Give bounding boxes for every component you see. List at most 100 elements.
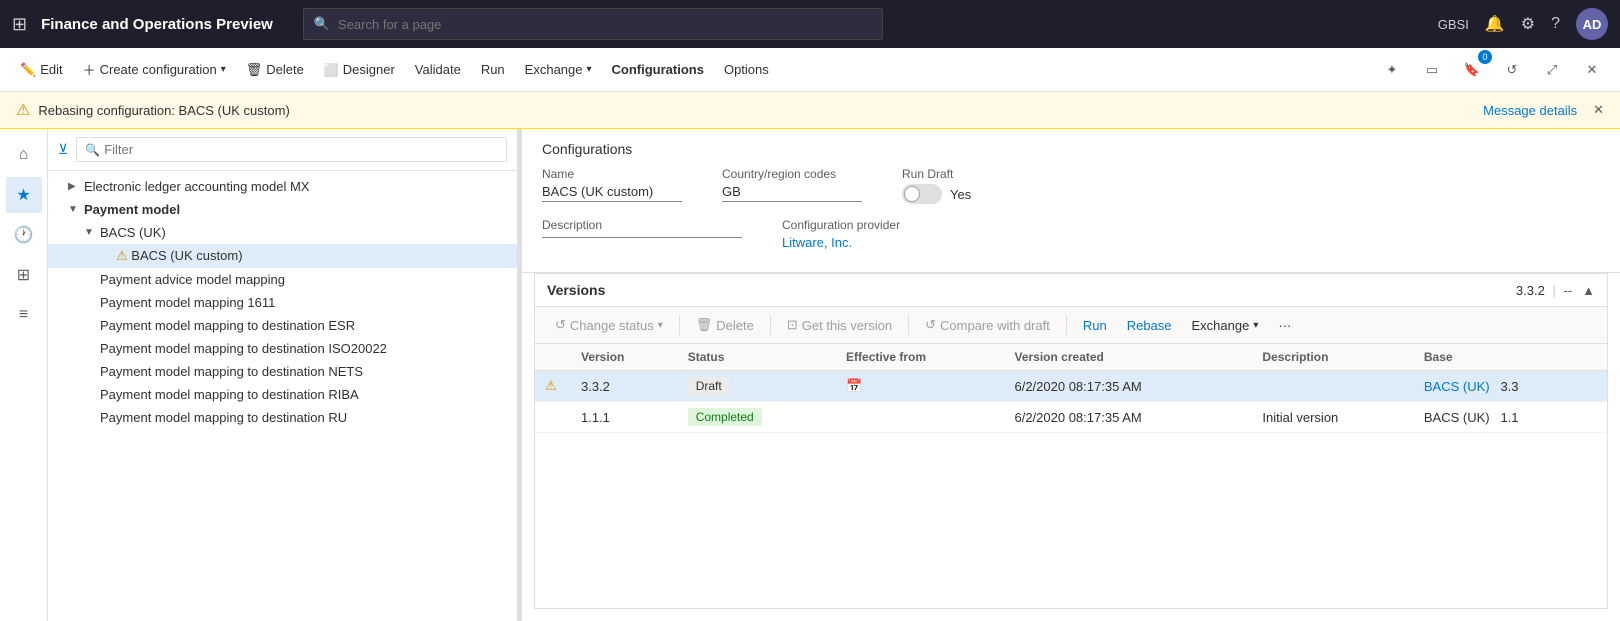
content-header: Configurations Name BACS (UK custom) Cou… (522, 129, 1620, 273)
tree-item-payment-model-dest-ru[interactable]: Payment model mapping to destination RU (48, 406, 517, 429)
row-description-2: Initial version (1252, 402, 1413, 433)
change-status-button[interactable]: ↺ Change status ▾ (547, 313, 671, 337)
current-version-display: 3.3.2 (1516, 283, 1545, 298)
base-link-1[interactable]: BACS (UK) (1424, 379, 1490, 394)
versions-table: Version Status Effective from Version cr… (535, 344, 1607, 608)
version-nav: 3.3.2 | -- ▲ (1516, 283, 1595, 298)
search-box[interactable]: 🔍 (303, 8, 883, 40)
run-button[interactable]: Run (473, 58, 513, 81)
get-version-icon: ⊡ (787, 317, 798, 333)
rebase-button[interactable]: Rebase (1119, 314, 1180, 337)
form-group-name: Name BACS (UK custom) (542, 167, 682, 204)
filter-search-icon: 🔍 (85, 143, 100, 157)
row-version-created-2: 6/2/2020 08:17:35 AM (1004, 402, 1252, 433)
collapse-icon: ▼ (84, 227, 96, 238)
table-row[interactable]: ⚠ 3.3.2 Draft 📅 6/2/2020 08:17:35 AM (535, 371, 1607, 402)
calendar-icon[interactable]: 📅 (846, 378, 862, 393)
form-row-1: Name BACS (UK custom) Country/region cod… (542, 167, 1600, 204)
edit-button[interactable]: ✏️ Edit (12, 58, 71, 82)
bacs-uk-custom-label: BACS (UK custom) (131, 248, 242, 263)
versions-exchange-button[interactable]: Exchange ▾ (1184, 314, 1267, 337)
sidebar-modules-icon[interactable]: ⊞ (6, 257, 42, 293)
exchange-chevron-icon: ▾ (587, 64, 592, 75)
row-version-2: 1.1.1 (571, 402, 678, 433)
versions-delete-icon: 🗑 (696, 317, 713, 333)
banner-close-icon[interactable]: ✕ (1593, 102, 1604, 118)
table-row[interactable]: 1.1.1 Completed 6/2/2020 08:17:35 AM Ini… (535, 402, 1607, 433)
run-draft-toggle[interactable] (902, 184, 942, 204)
tree-item-bacs-uk-custom[interactable]: ⚠ BACS (UK custom) (48, 244, 517, 268)
versions-section: Versions 3.3.2 | -- ▲ ↺ Change status ▾ … (534, 273, 1608, 609)
sidebar-list-icon[interactable]: ≡ (6, 297, 42, 333)
search-input[interactable] (338, 17, 872, 32)
tree-item-payment-model-1611[interactable]: Payment model mapping 1611 (48, 291, 517, 314)
description-label: Description (542, 218, 742, 232)
fullscreen-icon[interactable]: ⤢ (1536, 54, 1568, 86)
user-avatar[interactable]: AD (1576, 8, 1608, 40)
message-details-link[interactable]: Message details (1483, 103, 1577, 118)
tree-item-bacs-uk[interactable]: ▼ BACS (UK) (48, 221, 517, 244)
bookmark-icon[interactable]: 🔖 0 (1456, 54, 1488, 86)
versions-delete-button[interactable]: 🗑 Delete (688, 313, 762, 337)
filter-input-box: 🔍 (76, 137, 507, 162)
tree-item-payment-advice[interactable]: Payment advice model mapping (48, 268, 517, 291)
form-group-run-draft: Run Draft Yes (902, 167, 1042, 204)
get-this-version-button[interactable]: ⊡ Get this version (779, 313, 900, 337)
tree-item-payment-model-dest-riba[interactable]: Payment model mapping to destination RIB… (48, 383, 517, 406)
sidebar-recent-icon[interactable]: 🕐 (6, 217, 42, 253)
designer-icon: ⬜ (324, 63, 339, 77)
country-value: GB (722, 184, 862, 202)
sidebar-home-icon[interactable]: ⌂ (6, 137, 42, 173)
close-icon[interactable]: ✕ (1576, 54, 1608, 86)
action-bar: ✏️ Edit ＋ Create configuration ▾ 🗑 Delet… (0, 48, 1620, 92)
tree-item-payment-model[interactable]: ▼ Payment model (48, 198, 517, 221)
help-icon[interactable]: ? (1551, 15, 1560, 33)
tree-content: ▶ Electronic ledger accounting model MX … (48, 171, 517, 621)
main-layout: ⌂ ★ 🕐 ⊞ ≡ ⊻ 🔍 ▶ Electronic ledger accoun… (0, 129, 1620, 621)
warning-banner: ⚠ Rebasing configuration: BACS (UK custo… (0, 92, 1620, 129)
options-button[interactable]: Options (716, 58, 777, 81)
refresh-status-icon: ↺ (555, 317, 566, 333)
exchange-button[interactable]: Exchange ▾ (517, 58, 600, 81)
tree-item-electronic-ledger[interactable]: ▶ Electronic ledger accounting model MX (48, 175, 517, 198)
version-up-icon[interactable]: ▲ (1582, 283, 1595, 298)
top-navigation: ⊞ Finance and Operations Preview 🔍 GBSI … (0, 0, 1620, 48)
designer-button[interactable]: ⬜ Designer (316, 58, 403, 81)
tree-item-payment-model-dest-nets[interactable]: Payment model mapping to destination NET… (48, 360, 517, 383)
top-nav-right: GBSI 🔔 ⚙ ? AD (1438, 8, 1608, 40)
sidebar-star-icon[interactable]: ★ (6, 177, 42, 213)
delete-button[interactable]: 🗑 Delete (238, 58, 312, 82)
warning-icon: ⚠ (16, 100, 30, 120)
row-effective-from-2 (836, 402, 1004, 433)
tree-item-payment-model-dest-esr[interactable]: Payment model mapping to destination ESR (48, 314, 517, 337)
settings-icon[interactable]: ⚙ (1521, 14, 1535, 34)
status-badge-completed: Completed (688, 408, 762, 426)
versions-run-button[interactable]: Run (1075, 314, 1115, 337)
tree-filter-icon[interactable]: ⊻ (58, 141, 68, 158)
name-value: BACS (UK custom) (542, 184, 682, 202)
tenant-code: GBSI (1438, 17, 1469, 32)
more-actions-button[interactable]: ··· (1270, 314, 1299, 337)
delete-icon: 🗑 (246, 62, 263, 78)
toolbar-divider-3 (908, 315, 909, 335)
create-configuration-button[interactable]: ＋ Create configuration ▾ (75, 56, 234, 83)
notifications-icon[interactable]: 🔔 (1485, 14, 1505, 34)
validate-button[interactable]: Validate (407, 58, 469, 81)
config-provider-link[interactable]: Litware, Inc. (782, 235, 922, 250)
table-header-row: Version Status Effective from Version cr… (535, 344, 1607, 371)
refresh-icon[interactable]: ↺ (1496, 54, 1528, 86)
customize-icon[interactable]: ✦ (1376, 54, 1408, 86)
compare-with-draft-button[interactable]: ↺ Compare with draft (917, 313, 1058, 337)
app-grid-icon[interactable]: ⊞ (12, 14, 27, 35)
warn-prefix: ⚠ (116, 248, 128, 263)
change-status-chevron-icon: ▾ (658, 320, 663, 331)
description-value (542, 235, 742, 238)
tree-item-payment-model-dest-iso20022[interactable]: Payment model mapping to destination ISO… (48, 337, 517, 360)
status-badge-draft: Draft (688, 377, 730, 395)
tree-filter-input[interactable] (104, 142, 498, 157)
configurations-button[interactable]: Configurations (604, 58, 712, 81)
row-version-created-1: 6/2/2020 08:17:35 AM (1004, 371, 1252, 402)
base-text-2: BACS (UK) (1424, 410, 1490, 425)
version-sep: | (1549, 283, 1560, 298)
panel-icon[interactable]: ▭ (1416, 54, 1448, 86)
